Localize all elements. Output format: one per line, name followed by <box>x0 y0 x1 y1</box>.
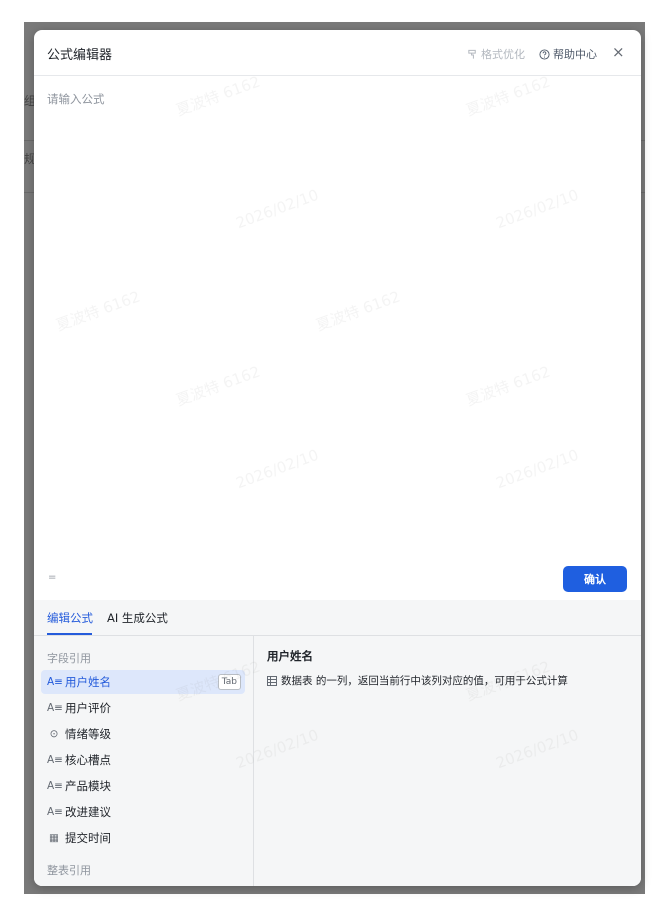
formula-editor-dialog: 公式编辑器 格式优化 帮助中心 × 请输入公式 = 确认 编辑公式 AI 生成公… <box>34 30 641 886</box>
field-item-user-name[interactable]: A≡ 用户姓名 Tab <box>41 670 245 694</box>
dialog-title: 公式编辑器 <box>47 48 113 63</box>
formula-input-placeholder[interactable]: 请输入公式 <box>47 91 105 107</box>
single-select-icon: ⊙ <box>49 728 59 740</box>
reference-panel: 字段引用 A≡ 用户姓名 Tab A≡ 用户评价 ⊙ 情绪等级 A≡ 核心槽点 … <box>34 636 641 886</box>
field-item-emotion-level[interactable]: ⊙ 情绪等级 <box>41 722 245 746</box>
help-center-label: 帮助中心 <box>553 48 597 61</box>
field-reference-section-label: 字段引用 <box>47 652 91 665</box>
field-item-label: 产品模块 <box>65 779 111 793</box>
field-item-label: 情绪等级 <box>65 727 111 741</box>
text-field-icon: A≡ <box>47 780 63 792</box>
background-divider <box>24 192 34 193</box>
background-divider <box>24 140 34 141</box>
field-item-label: 改进建议 <box>65 805 111 819</box>
field-detail-panel: 用户姓名 数据表 的一列，返回当前行中该列对应的值，可用于公式计算 <box>254 636 641 886</box>
text-field-icon: A≡ <box>47 676 63 688</box>
table-reference-section-label: 整表引用 <box>47 864 91 877</box>
text-field-icon: A≡ <box>47 702 63 714</box>
formula-input-area[interactable]: 请输入公式 = 确认 <box>34 76 641 600</box>
field-detail-title: 用户姓名 <box>267 649 313 663</box>
format-optimize-button[interactable]: 格式优化 <box>467 46 525 62</box>
close-icon[interactable]: × <box>612 43 625 61</box>
formula-result-prefix: = <box>48 572 57 583</box>
tab-edit-formula[interactable]: 编辑公式 <box>47 610 93 626</box>
field-item-core-complaint[interactable]: A≡ 核心槽点 <box>41 748 245 772</box>
table-icon <box>267 675 277 686</box>
format-optimize-label: 格式优化 <box>481 48 525 61</box>
field-list-panel: 字段引用 A≡ 用户姓名 Tab A≡ 用户评价 ⊙ 情绪等级 A≡ 核心槽点 … <box>34 636 254 886</box>
dialog-header: 公式编辑器 格式优化 帮助中心 × <box>34 30 641 76</box>
text-field-icon: A≡ <box>47 806 63 818</box>
editor-tabs: 编辑公式 AI 生成公式 <box>34 600 641 636</box>
active-tab-indicator <box>47 633 92 635</box>
text-field-icon: A≡ <box>47 754 63 766</box>
field-item-submit-time[interactable]: ▦ 提交时间 <box>41 826 245 850</box>
field-item-user-review[interactable]: A≡ 用户评价 <box>41 696 245 720</box>
field-detail-description: 数据表 的一列，返回当前行中该列对应的值，可用于公式计算 <box>267 673 568 688</box>
tab-ai-generate-formula[interactable]: AI 生成公式 <box>107 610 168 626</box>
confirm-button[interactable]: 确认 <box>563 566 627 592</box>
field-item-label: 提交时间 <box>65 831 111 845</box>
field-item-improvement-suggestion[interactable]: A≡ 改进建议 <box>41 800 245 824</box>
help-center-button[interactable]: 帮助中心 <box>539 46 597 62</box>
field-item-product-module[interactable]: A≡ 产品模块 <box>41 774 245 798</box>
field-detail-description-text: 数据表 的一列，返回当前行中该列对应的值，可用于公式计算 <box>281 675 568 687</box>
tab-shortcut-hint: Tab <box>217 674 241 690</box>
format-brush-icon <box>468 49 476 59</box>
field-item-label: 用户评价 <box>65 701 111 715</box>
date-field-icon: ▦ <box>49 832 59 844</box>
field-item-label: 用户姓名 <box>65 675 111 689</box>
help-circle-icon <box>539 48 550 60</box>
field-item-label: 核心槽点 <box>65 753 111 767</box>
